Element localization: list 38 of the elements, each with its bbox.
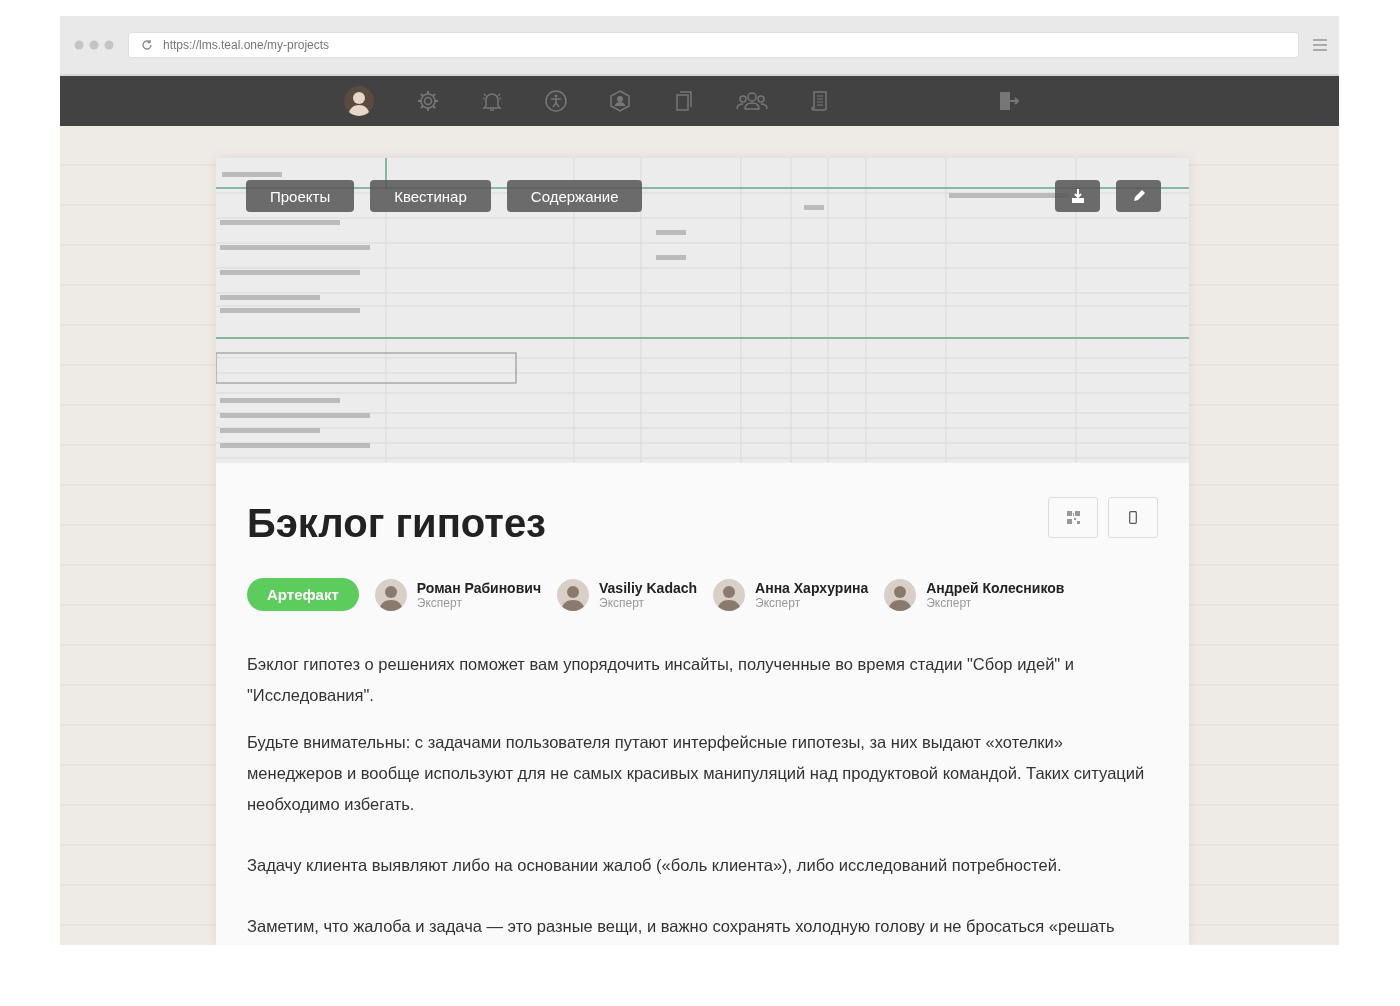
- url-text: https://lms.teal.one/my-projects: [163, 38, 330, 52]
- expert-role: Эксперт: [926, 595, 972, 610]
- expert-name: Андрей Колесников: [926, 579, 1065, 596]
- page-title: Бэклог гипотез: [247, 501, 546, 546]
- reload-icon[interactable]: [141, 39, 153, 51]
- expert-avatar: [713, 578, 746, 611]
- gear-icon[interactable]: [416, 89, 440, 113]
- expert-role: Эксперт: [599, 595, 646, 610]
- expert-name: Анна Хархурина: [755, 579, 869, 596]
- expert-role: Эксперт: [755, 595, 801, 610]
- expert-name: Роман Рабинович: [416, 579, 541, 596]
- accessibility-icon[interactable]: [544, 89, 568, 113]
- qr-code-icon: [1066, 511, 1080, 524]
- expert-name: Vasiliy Kadach: [599, 579, 698, 596]
- expert-avatar: [557, 578, 589, 611]
- cover-tab[interactable]: Проекты: [246, 180, 355, 212]
- article-paragraph: Заметим, что жалоба и задача — это разные вещи, и важно сохранять холодную голову и не бросаться «решать: [247, 916, 1116, 937]
- menu-icon[interactable]: [1313, 39, 1327, 51]
- user-avatar[interactable]: [344, 86, 374, 116]
- cover-tab[interactable]: Содержание: [506, 180, 643, 212]
- cover-tab[interactable]: Квестинар: [370, 180, 491, 212]
- mobile-view-button[interactable]: [1108, 497, 1158, 538]
- expert-avatar: [884, 578, 917, 611]
- address-bar[interactable]: https://lms.teal.one/my-projects: [128, 32, 1299, 58]
- article-paragraph: Будьте внимательны: с задачами пользователя путают интерфейсные гипотезы, за них выдают «хотелки» менеджеров и вообще используют для не самых красивых манипуляций над продуктовой командой. Таких ситуаций необходимо избегать.: [247, 732, 1146, 815]
- qr-code-button[interactable]: [1048, 497, 1098, 538]
- user-badge-icon[interactable]: [608, 89, 632, 113]
- download-button[interactable]: [1055, 180, 1100, 212]
- group-icon[interactable]: [736, 89, 768, 113]
- phone-icon: [1129, 511, 1137, 524]
- article-paragraph: Бэклог гипотез о решениях поможет вам упорядочить инсайты, полученные во время стадии "Сбор идей" и "Исследования".: [247, 654, 1076, 706]
- download-icon: [1069, 188, 1086, 204]
- edit-button[interactable]: [1116, 180, 1161, 212]
- expert-role: Эксперт: [416, 595, 463, 610]
- article-paragraph: Задачу клиента выявляют либо на основании жалоб («боль клиента»), либо исследований потребностей.: [247, 855, 1063, 876]
- expert-avatar: [374, 578, 407, 611]
- artifact-badge: Артефакт: [247, 578, 359, 611]
- window-dots-icon: [74, 40, 114, 50]
